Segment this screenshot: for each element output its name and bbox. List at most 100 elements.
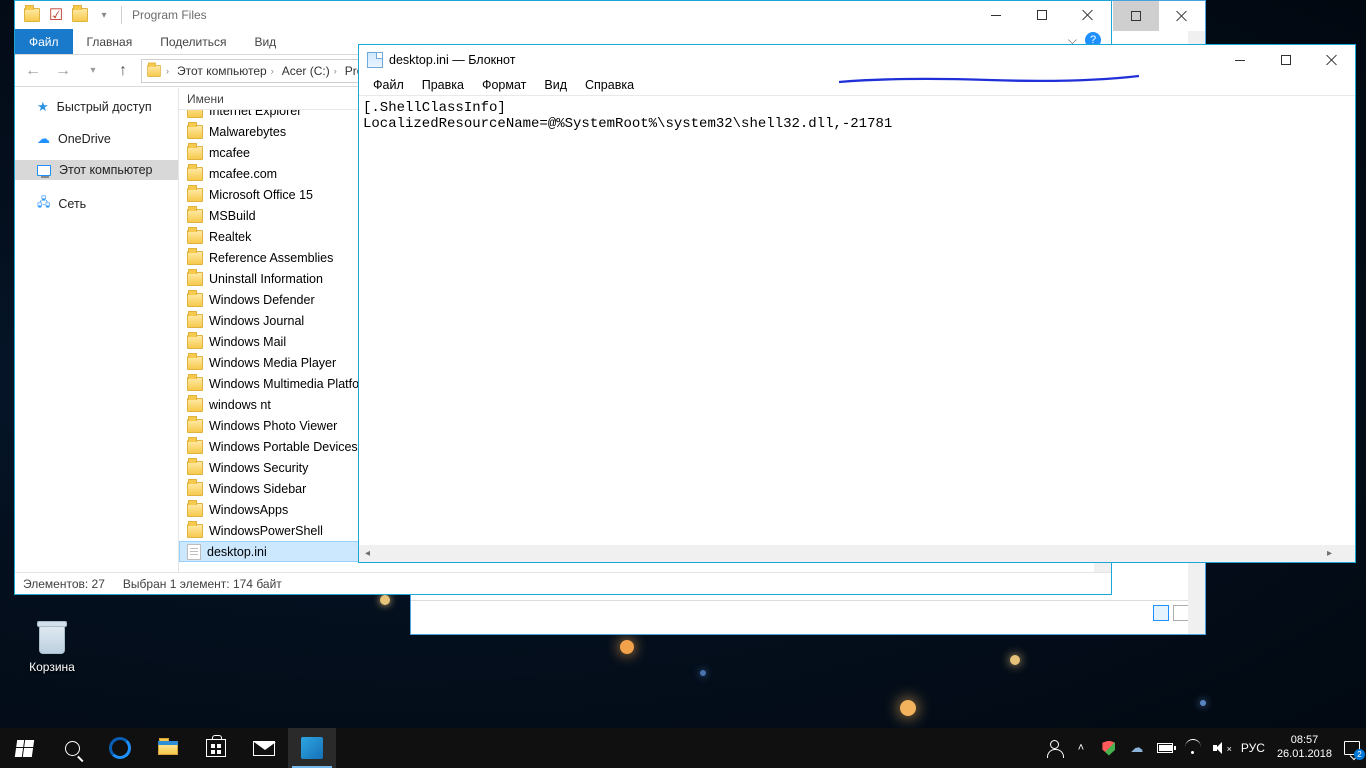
view-details-icon[interactable] bbox=[1153, 605, 1169, 621]
qat-newfolder-icon[interactable] bbox=[69, 4, 91, 26]
file-name-label: Windows Media Player bbox=[209, 356, 336, 370]
folder-icon bbox=[187, 503, 203, 517]
notepad-textarea[interactable]: [.ShellClassInfo] LocalizedResourceName=… bbox=[359, 95, 1355, 544]
tray-people-icon[interactable] bbox=[1045, 740, 1061, 756]
folder-icon bbox=[187, 524, 203, 538]
nav-pane: ★Быстрый доступ ☁OneDrive Этот компьютер… bbox=[15, 88, 179, 572]
tray-overflow-button[interactable]: ˄ bbox=[1073, 740, 1089, 756]
file-name-label: Realtek bbox=[209, 230, 251, 244]
np-menu-file[interactable]: Файл bbox=[365, 77, 412, 93]
file-name-label: Windows Photo Viewer bbox=[209, 419, 337, 433]
recycle-bin-icon bbox=[31, 616, 73, 658]
taskbar-notepad[interactable] bbox=[288, 728, 336, 768]
file-name-label: Internet Explorer bbox=[209, 110, 301, 118]
file-name-label: Windows Multimedia Platform bbox=[209, 377, 374, 391]
nav-up-button[interactable]: ↑ bbox=[111, 59, 135, 83]
notepad-task-icon bbox=[301, 737, 323, 759]
ribbon-file[interactable]: Файл bbox=[15, 29, 73, 54]
tray-sound-icon[interactable]: × bbox=[1213, 740, 1229, 756]
notepad-minimize-button[interactable] bbox=[1217, 46, 1263, 74]
store-icon bbox=[206, 739, 226, 757]
explorer-titlebar[interactable]: ☑ ▾ Program Files bbox=[15, 1, 1111, 29]
ini-file-icon bbox=[187, 544, 201, 560]
mail-icon bbox=[253, 741, 275, 756]
folder-icon bbox=[187, 146, 203, 160]
file-name-label: Windows Sidebar bbox=[209, 482, 306, 496]
view-large-icon[interactable] bbox=[1173, 605, 1189, 621]
explorer-maximize-button[interactable] bbox=[1019, 1, 1065, 29]
nav-thispc[interactable]: Этот компьютер bbox=[15, 160, 178, 180]
taskbar-search-button[interactable] bbox=[48, 728, 96, 768]
nav-forward-button[interactable]: → bbox=[51, 59, 75, 83]
tray-onedrive-icon[interactable]: ☁ bbox=[1129, 740, 1145, 756]
tray-language[interactable]: РУС bbox=[1241, 741, 1265, 755]
folder-icon bbox=[187, 251, 203, 265]
explorer-close-button[interactable] bbox=[1065, 1, 1111, 29]
file-name-label: Windows Defender bbox=[209, 293, 315, 307]
folder-icon bbox=[187, 377, 203, 391]
qat-properties-icon[interactable]: ☑ bbox=[45, 4, 67, 26]
tray-wifi-icon[interactable] bbox=[1185, 740, 1201, 756]
pc-icon bbox=[37, 165, 51, 176]
tray-battery-icon[interactable] bbox=[1157, 740, 1173, 756]
notepad-close-button[interactable] bbox=[1309, 46, 1355, 74]
file-name-label: WindowsPowerShell bbox=[209, 524, 323, 538]
notepad-window: desktop.ini — Блокнот Файл Правка Формат… bbox=[358, 44, 1356, 563]
notepad-title: desktop.ini — Блокнот bbox=[389, 53, 515, 67]
folder-icon bbox=[187, 335, 203, 349]
np-menu-edit[interactable]: Правка bbox=[414, 77, 472, 93]
bgwin-maximize-button[interactable] bbox=[1113, 1, 1159, 31]
taskbar-file-explorer[interactable] bbox=[144, 728, 192, 768]
folder-icon bbox=[187, 314, 203, 328]
ribbon-tab-home[interactable]: Главная bbox=[73, 29, 147, 54]
explorer-statusbar: Элементов: 27 Выбран 1 элемент: 174 байт bbox=[15, 572, 1111, 594]
file-name-label: Malwarebytes bbox=[209, 125, 286, 139]
file-name-label: desktop.ini bbox=[207, 545, 267, 559]
file-name-label: Windows Security bbox=[209, 461, 308, 475]
nav-back-button[interactable]: ← bbox=[21, 59, 45, 83]
nav-onedrive[interactable]: ☁OneDrive bbox=[15, 128, 178, 150]
notepad-h-scrollbar[interactable]: ◂ ▸ bbox=[359, 545, 1338, 562]
folder-icon bbox=[187, 461, 203, 475]
folder-icon bbox=[187, 209, 203, 223]
tray-clock[interactable]: 08:57 26.01.2018 bbox=[1277, 734, 1332, 762]
tray-action-center[interactable]: 2 bbox=[1344, 740, 1360, 756]
nav-recent-button[interactable]: ▾ bbox=[81, 59, 105, 83]
notepad-titlebar[interactable]: desktop.ini — Блокнот bbox=[359, 45, 1355, 75]
np-menu-format[interactable]: Формат bbox=[474, 77, 534, 93]
scroll-left-icon[interactable]: ◂ bbox=[359, 545, 376, 562]
np-menu-view[interactable]: Вид bbox=[536, 77, 575, 93]
bgwin-close-button[interactable] bbox=[1159, 1, 1205, 31]
folder-icon bbox=[187, 125, 203, 139]
explorer-minimize-button[interactable] bbox=[973, 1, 1019, 29]
file-name-label: Windows Portable Devices bbox=[209, 440, 358, 454]
nav-network[interactable]: 🖧Сеть bbox=[15, 190, 178, 217]
qat-folder-icon[interactable] bbox=[21, 4, 43, 26]
np-menu-help[interactable]: Справка bbox=[577, 77, 642, 93]
file-name-label: mcafee bbox=[209, 146, 250, 160]
notepad-app-icon bbox=[367, 52, 383, 68]
ribbon-tab-share[interactable]: Поделиться bbox=[146, 29, 240, 54]
qat-customize-icon[interactable]: ▾ bbox=[93, 4, 115, 26]
folder-icon bbox=[187, 398, 203, 412]
taskbar-edge[interactable] bbox=[96, 728, 144, 768]
ribbon-tab-view[interactable]: Вид bbox=[240, 29, 290, 54]
folder-icon bbox=[187, 440, 203, 454]
crumb-drive[interactable]: Acer (C:) bbox=[282, 64, 330, 78]
taskbar: ˄ ☁ × РУС 08:57 26.01.2018 2 bbox=[0, 728, 1366, 768]
file-name-label: Windows Journal bbox=[209, 314, 304, 328]
desktop-recycle-bin[interactable]: Корзина bbox=[14, 616, 90, 674]
taskbar-store[interactable] bbox=[192, 728, 240, 768]
network-icon: 🖧 bbox=[37, 193, 50, 214]
nav-quickaccess[interactable]: ★Быстрый доступ bbox=[15, 96, 178, 118]
crumb-pc[interactable]: Этот компьютер bbox=[177, 64, 267, 78]
tray-defender-icon[interactable] bbox=[1101, 740, 1117, 756]
taskbar-mail[interactable] bbox=[240, 728, 288, 768]
notepad-maximize-button[interactable] bbox=[1263, 46, 1309, 74]
notepad-resize-grip[interactable] bbox=[1338, 545, 1355, 562]
scroll-right-icon[interactable]: ▸ bbox=[1321, 545, 1338, 562]
start-button[interactable] bbox=[0, 728, 48, 768]
status-selection: Выбран 1 элемент: 174 байт bbox=[123, 577, 282, 591]
onedrive-icon: ☁ bbox=[37, 131, 50, 147]
file-name-label: mcafee.com bbox=[209, 167, 277, 181]
